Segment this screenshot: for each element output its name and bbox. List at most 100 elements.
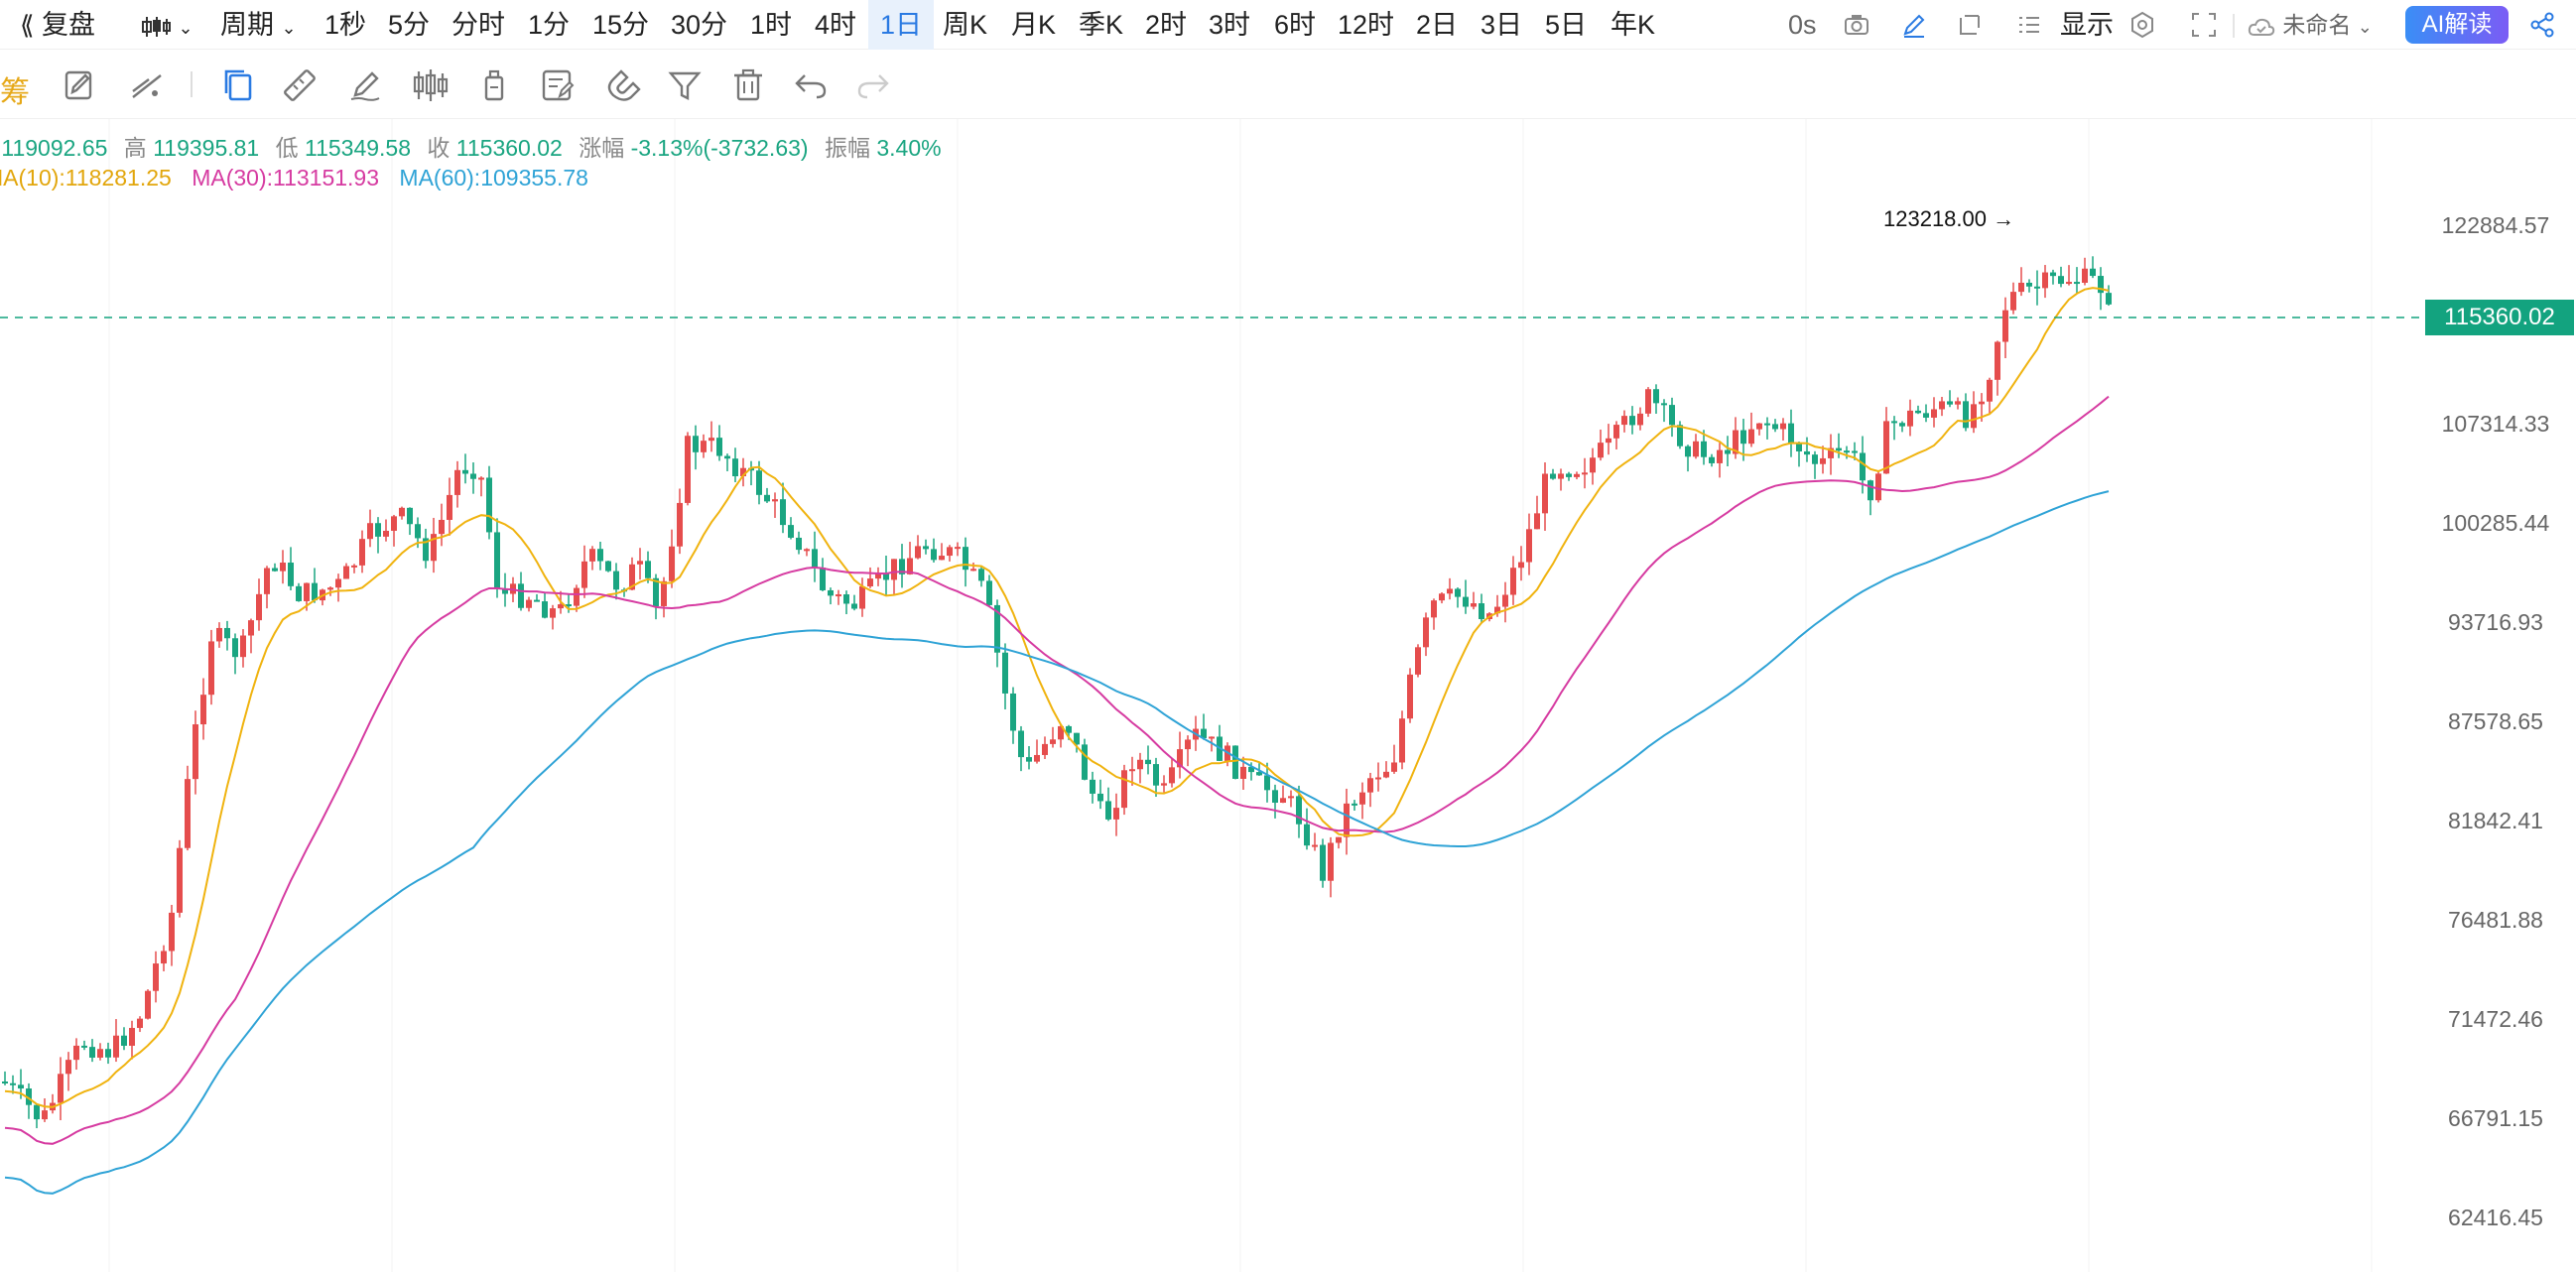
chevron-down-icon: ⌄ (281, 18, 297, 38)
candle-body (1955, 401, 1961, 405)
period-timeshare[interactable]: 分时 (451, 0, 505, 50)
candle-body (1367, 778, 1373, 793)
period-1d[interactable]: 1日 (868, 0, 934, 50)
period-12h[interactable]: 12时 (1338, 0, 1394, 50)
candle-body (42, 1110, 48, 1120)
period-3d[interactable]: 3日 (1481, 0, 1522, 50)
period-dropdown[interactable]: 周期 ⌄ (220, 0, 297, 50)
candle-body (1280, 798, 1286, 804)
candle-body (1677, 425, 1683, 446)
ruler-icon[interactable] (280, 65, 320, 105)
magnet-icon[interactable] (601, 65, 641, 105)
trash-icon[interactable] (728, 65, 768, 105)
ai-interpret-button[interactable]: AI解读 (2405, 6, 2509, 44)
undo-icon[interactable] (791, 65, 831, 105)
kline-chart[interactable] (0, 119, 2421, 1272)
candle-body (65, 1060, 71, 1075)
camera-icon[interactable] (1842, 10, 1871, 40)
draw-edit-icon[interactable] (60, 65, 99, 105)
candle-body (915, 546, 921, 559)
candle-body (1836, 447, 1842, 451)
period-1s[interactable]: 1秒 (324, 0, 366, 50)
candle-body (1820, 457, 1826, 464)
candle-body (1137, 759, 1143, 770)
period-month[interactable]: 月K (1011, 0, 1056, 50)
candle-body (1320, 844, 1326, 881)
candle-body (1066, 725, 1072, 733)
rewind-icon: ⟪ (20, 10, 35, 40)
candle-body (788, 525, 794, 538)
close-label: 收 (427, 135, 451, 161)
ai-interpret-label: AI解读 (2421, 11, 2493, 38)
chevron-down-icon: ⌄ (178, 18, 193, 38)
redo-icon[interactable] (853, 65, 893, 105)
candle-body (1740, 430, 1746, 445)
candle-body (1034, 754, 1040, 762)
candle-body (1447, 588, 1453, 594)
candle-body (1082, 744, 1088, 780)
period-30m[interactable]: 30分 (671, 0, 727, 50)
candle-body (367, 523, 373, 540)
replay-button[interactable]: ⟪ 复盘 (20, 0, 95, 50)
candle-body (1383, 771, 1389, 778)
list-icon[interactable] (2014, 10, 2044, 40)
line-tool-icon[interactable] (127, 65, 167, 105)
period-15m[interactable]: 15分 (592, 0, 649, 50)
period-6h[interactable]: 6时 (1274, 0, 1316, 50)
change-label: 涨幅 (579, 135, 625, 161)
candle-body (955, 547, 961, 550)
candle-body (732, 458, 738, 477)
period-year[interactable]: 年K (1610, 0, 1655, 50)
candle-body (1097, 793, 1103, 802)
period-3h[interactable]: 3时 (1209, 0, 1250, 50)
candle-body (637, 561, 643, 565)
candle-body (1471, 603, 1477, 607)
candle-body (248, 620, 254, 636)
low-value: 115349.58 (304, 135, 411, 161)
candle-body (963, 547, 968, 571)
candle-body (383, 530, 389, 537)
layout-selector[interactable]: 未命名 ⌄ (2247, 0, 2373, 50)
period-5m[interactable]: 5分 (388, 0, 430, 50)
candle-body (2066, 282, 2072, 285)
candle-body (1772, 424, 1778, 430)
brush-icon[interactable] (345, 65, 385, 105)
candle-body (939, 556, 945, 561)
candle-body (193, 724, 198, 780)
pen-icon[interactable] (1899, 10, 1929, 40)
candle-body (1264, 775, 1270, 791)
copy-icon[interactable] (218, 65, 258, 105)
candle-body (34, 1104, 40, 1120)
candle-body (542, 601, 548, 618)
period-1h[interactable]: 1时 (750, 0, 792, 50)
period-2h[interactable]: 2时 (1145, 0, 1187, 50)
candle-body (280, 563, 286, 572)
period-4h[interactable]: 4时 (815, 0, 856, 50)
chart-type-selector[interactable]: ⌄ (141, 0, 193, 50)
period-quarter[interactable]: 季K (1079, 0, 1123, 50)
candle-body (312, 582, 318, 601)
candle-body (1121, 770, 1127, 809)
share-icon[interactable] (2527, 10, 2557, 40)
amplitude-label: 振幅 (824, 135, 870, 161)
period-2d[interactable]: 2日 (1416, 0, 1458, 50)
fullscreen-icon[interactable] (2189, 10, 2219, 40)
filter-icon[interactable] (665, 65, 705, 105)
high-value: 119395.81 (153, 135, 260, 161)
candle-body (129, 1028, 135, 1046)
notes-icon[interactable] (538, 65, 578, 105)
display-button[interactable]: 显示 (2060, 0, 2114, 50)
candle-body (288, 563, 294, 586)
settings-hexagon-icon[interactable] (2127, 10, 2157, 40)
candle-body (1336, 836, 1342, 843)
candle-body (1518, 562, 1524, 569)
eraser-icon[interactable] (474, 65, 514, 105)
price-axis-label: 66791.15 (2448, 1105, 2543, 1131)
crosshair-box-icon[interactable] (1955, 10, 1985, 40)
candle-tool-icon[interactable] (411, 65, 451, 105)
period-1m[interactable]: 1分 (528, 0, 570, 50)
period-5d[interactable]: 5日 (1545, 0, 1587, 50)
period-week[interactable]: 周K (943, 0, 987, 50)
candle-body (2082, 268, 2088, 284)
chip-distribution-button[interactable]: 筹 (0, 67, 30, 111)
